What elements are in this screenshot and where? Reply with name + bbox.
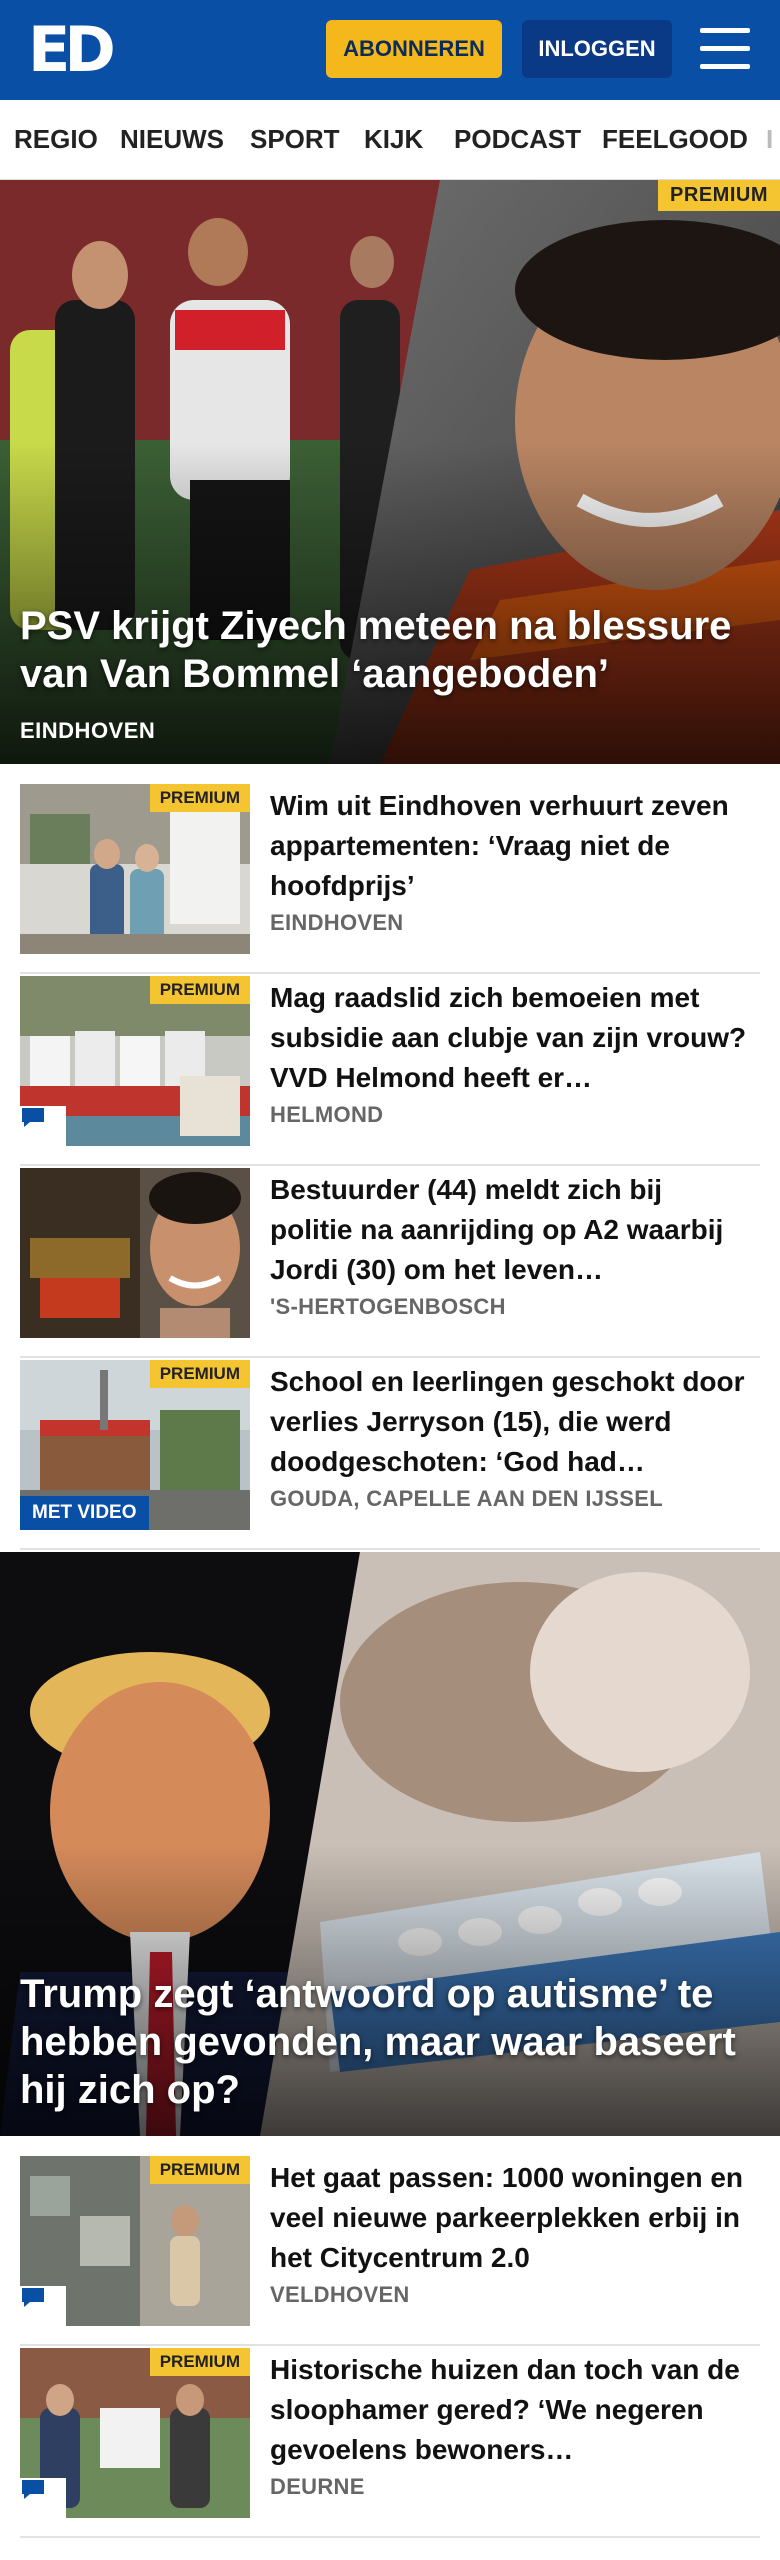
article-title[interactable]: School en leerlingen geschokt door verli… <box>270 1362 750 1482</box>
nav-item-more[interactable]: I <box>766 124 773 155</box>
article-title[interactable]: Mag raadslid zich bemoeien met subsidie … <box>270 978 750 1098</box>
article-thumbnail: PREMIUM <box>20 2348 250 2518</box>
article-region: EINDHOVEN <box>270 910 404 935</box>
premium-badge: PREMIUM <box>149 976 250 1004</box>
nav-item-kijk[interactable]: KIJK <box>364 124 423 155</box>
list-item[interactable]: PREMIUM MET VIDEO School en leerlingen g… <box>20 1360 760 1550</box>
article-title[interactable]: Het gaat passen: 1000 woningen en veel n… <box>270 2158 750 2278</box>
article-title[interactable]: Bestuurder (44) meldt zich bij politie n… <box>270 1170 750 1290</box>
subscribe-button[interactable]: ABONNEREN <box>326 20 502 78</box>
hero-article-2[interactable]: Trump zegt ‘antwoord op autisme’ te hebb… <box>0 1552 780 2136</box>
article-region: GOUDA, CAPELLE AAN DEN IJSSEL <box>270 1486 663 1511</box>
comment-icon <box>20 2286 66 2326</box>
nav-item-nieuws[interactable]: NIEUWS <box>120 124 224 155</box>
article-thumbnail: PREMIUM <box>20 976 250 1146</box>
article-region: DEURNE <box>270 2474 365 2499</box>
hero-region: EINDHOVEN <box>20 718 156 743</box>
premium-badge: PREMIUM <box>658 180 780 211</box>
article-thumbnail: PREMIUM <box>20 784 250 954</box>
top-bar: ED ABONNEREN INLOGGEN <box>0 0 780 100</box>
comment-icon <box>20 1106 66 1146</box>
hero-title[interactable]: Trump zegt ‘antwoord op autisme’ te hebb… <box>20 1970 750 2114</box>
article-thumbnail <box>20 1168 250 1338</box>
hero-article-1[interactable]: PREMIUM PSV krijgt Ziyech meteen na bles… <box>0 180 780 764</box>
nav-item-podcast[interactable]: PODCAST <box>454 124 581 155</box>
nav-item-regio[interactable]: REGIO <box>14 124 98 155</box>
video-badge: MET VIDEO <box>20 1496 149 1530</box>
login-button[interactable]: INLOGGEN <box>522 20 672 78</box>
article-thumbnail: PREMIUM MET VIDEO <box>20 1360 250 1530</box>
article-title[interactable]: Historische huizen dan toch van de sloop… <box>270 2350 750 2470</box>
article-thumbnail: PREMIUM <box>20 2156 250 2326</box>
list-item[interactable]: PREMIUM Historische huizen dan toch van … <box>20 2348 760 2538</box>
premium-badge: PREMIUM <box>149 2348 250 2376</box>
menu-icon[interactable] <box>700 28 750 70</box>
hero-title[interactable]: PSV krijgt Ziyech meteen na blessure van… <box>20 602 750 698</box>
comment-icon <box>20 2478 66 2518</box>
premium-badge: PREMIUM <box>149 784 250 812</box>
list-item[interactable]: Bestuurder (44) meldt zich bij politie n… <box>20 1168 760 1358</box>
list-item[interactable]: PREMIUM Wim uit Eindhoven verhuurt zeven… <box>20 784 760 974</box>
list-item[interactable]: PREMIUM Mag raadslid zich bemoeien met s… <box>20 976 760 1166</box>
premium-badge: PREMIUM <box>149 1360 250 1388</box>
nav-item-feelgood[interactable]: FEELGOOD <box>602 124 748 155</box>
nav-item-sport[interactable]: SPORT <box>250 124 340 155</box>
section-nav: REGIO NIEUWS SPORT KIJK PODCAST FEELGOOD… <box>0 100 780 180</box>
article-region: HELMOND <box>270 1102 384 1127</box>
article-region: 'S-HERTOGENBOSCH <box>270 1294 506 1319</box>
article-region: VELDHOVEN <box>270 2282 410 2307</box>
site-logo[interactable]: ED <box>28 19 118 81</box>
list-item[interactable]: PREMIUM Het gaat passen: 1000 woningen e… <box>20 2156 760 2346</box>
article-title[interactable]: Wim uit Eindhoven verhuurt zeven apparte… <box>270 786 750 906</box>
premium-badge: PREMIUM <box>149 2156 250 2184</box>
